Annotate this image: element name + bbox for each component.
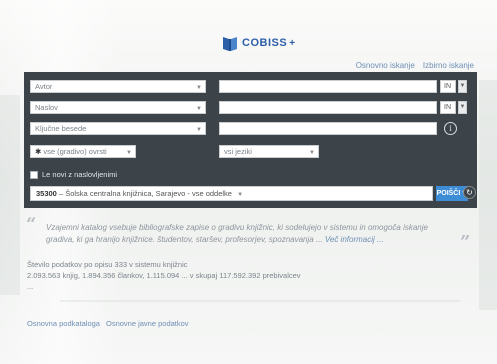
chevron-down-icon[interactable]: ▼ [458, 101, 467, 114]
reset-icon[interactable]: ↻ [463, 186, 476, 199]
chevron-down-icon: ▼ [196, 85, 202, 91]
operator-select-2[interactable]: IN [440, 101, 456, 114]
language-select[interactable]: vsi jeziki ▼ [219, 145, 319, 158]
new-items-checkbox[interactable] [30, 170, 38, 179]
field-select-2[interactable]: Naslov ▼ [30, 101, 206, 114]
search-panel: Avtor ▼ IN ▼ Naslov ▼ IN ▼ Ključne besed… [24, 72, 477, 208]
stats-line-1: Število podatkov po opisu 333 v sistemu … [27, 260, 188, 269]
field-select-1[interactable]: Avtor ▼ [30, 80, 206, 93]
background-shelf [0, 95, 20, 295]
library-name: Šolska centralna knjižnica, Sarajevo - v… [65, 189, 232, 198]
material-type-select[interactable]: ✱ vse (gradivo) ovrsti ▼ [30, 145, 136, 158]
bottom-link-1[interactable]: Osnovna podkataloga [27, 319, 100, 328]
logo-plus: + [289, 37, 296, 49]
chevron-down-icon: ▼ [196, 127, 202, 133]
operator-select-1[interactable]: IN [440, 80, 456, 93]
statistics: Število podatkov po opisu 333 v sistemu … [27, 259, 307, 292]
background-shelf [60, 300, 460, 302]
chevron-down-icon[interactable]: ▼ [458, 80, 467, 93]
book-icon [222, 35, 238, 52]
chevron-down-icon: ▼ [196, 106, 202, 112]
library-code: 35300 [36, 189, 57, 198]
chevron-down-icon: ▼ [126, 150, 132, 156]
search-input-1[interactable] [219, 80, 437, 93]
bottom-link-2[interactable]: Osnovne javne podatkov [106, 319, 189, 328]
stats-line-2: 2.093.563 knjig, 1.894.356 člankov, 1.11… [27, 271, 301, 291]
new-items-label: Le novi z naslovljenimi [42, 170, 118, 179]
search-input-3[interactable] [219, 122, 437, 135]
quote-text: Vzajemni katalog vsebuje bibliografske z… [46, 223, 428, 244]
top-links: Osnovno iskanje Izbirno iskanje [356, 61, 474, 70]
more-info-link[interactable]: Več informacij ... [325, 235, 384, 244]
cobiss-logo[interactable]: COBISS + [222, 33, 295, 53]
search-input-2[interactable] [219, 101, 437, 114]
new-items-option: Le novi z naslovljenimi [30, 170, 117, 179]
bottom-links: Osnovna podkataloga Osnovne javne podatk… [27, 319, 189, 328]
field-select-3[interactable]: Ključne besede ▼ [30, 122, 206, 135]
basic-search-link[interactable]: Osnovno iskanje [356, 61, 415, 70]
info-icon[interactable]: i [444, 122, 457, 135]
background-shelf [479, 80, 497, 310]
chevron-down-icon: ▼ [309, 150, 315, 156]
advanced-search-link[interactable]: Izbirno iskanje [423, 61, 474, 70]
library-select[interactable]: 35300 – Šolska centralna knjižnica, Sara… [30, 186, 433, 201]
logo-text: COBISS [242, 37, 288, 49]
chevron-down-icon: ▼ [237, 192, 244, 198]
